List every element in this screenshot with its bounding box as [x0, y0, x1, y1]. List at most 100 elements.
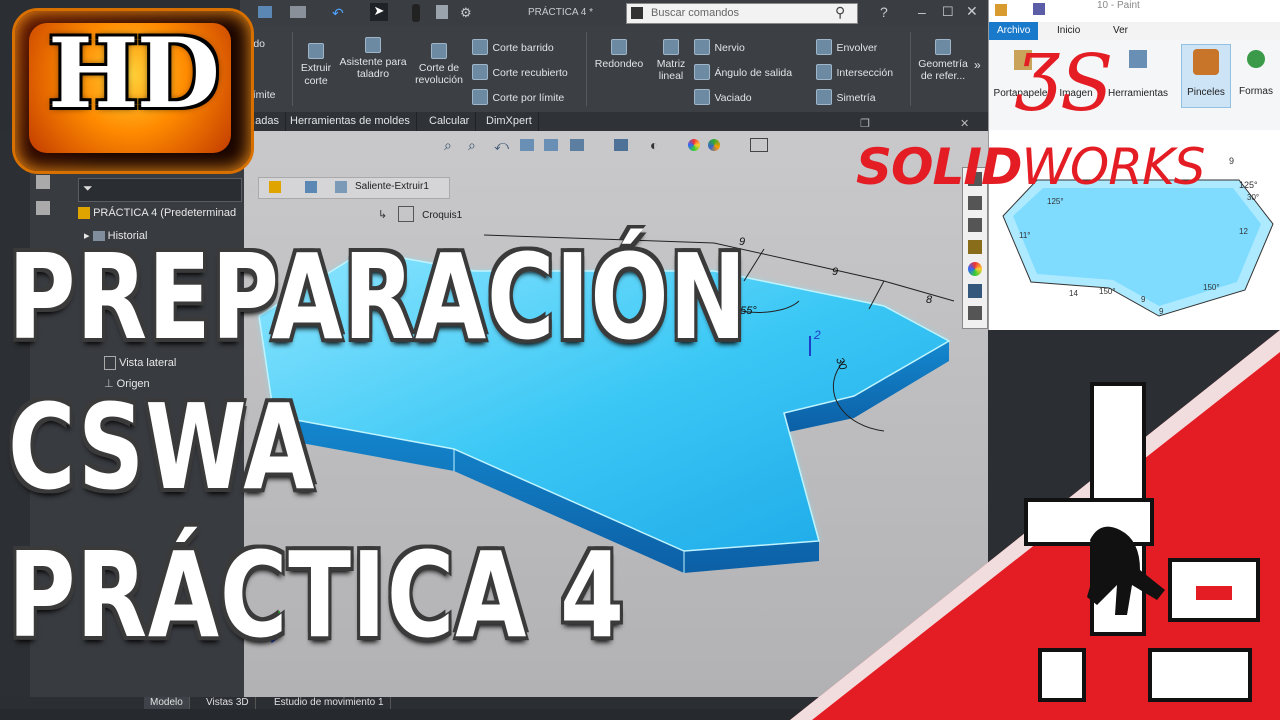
- logo-lower-left: [1038, 648, 1086, 702]
- print-icon[interactable]: [290, 6, 306, 18]
- clipboard-label: Portapapeles: [993, 88, 1053, 99]
- reference-geometry-button[interactable]: Geometría de refer...: [914, 38, 972, 82]
- select-arrow-icon[interactable]: ➤: [370, 3, 388, 21]
- title-line-2: CSWA: [8, 378, 316, 516]
- property-manager-icon[interactable]: [36, 201, 50, 215]
- cut-boundary-icon: [472, 88, 488, 105]
- viewport-restore-icon[interactable]: ❐: [860, 117, 870, 130]
- search-commands-box[interactable]: Buscar comandos ⚲: [626, 3, 858, 24]
- mirror-button[interactable]: Simetría: [816, 88, 876, 106]
- brush-icon: [1193, 49, 1219, 75]
- drawing-dim: 150°: [1099, 287, 1116, 296]
- reference-geometry-icon: [935, 38, 951, 55]
- rib-button[interactable]: Nervio: [694, 38, 745, 56]
- solidworks-titlebar: ↶ ➤ ⚙ PRÁCTICA 4 * Buscar comandos ⚲ ? –…: [240, 0, 988, 26]
- tools-button[interactable]: Herramientas: [1097, 50, 1179, 99]
- cut-sweep-button[interactable]: Corte barrido: [472, 38, 554, 56]
- rib-icon: [694, 38, 710, 55]
- draft-label: Ángulo de salida: [714, 67, 793, 79]
- hole-wizard-button[interactable]: Asistente para taladro: [338, 36, 408, 80]
- extrude-cut-icon: [308, 42, 324, 59]
- reference-geometry-label: Geometría de refer...: [918, 58, 968, 82]
- wrap-button[interactable]: Envolver: [816, 38, 877, 56]
- logo-e: [1168, 558, 1260, 622]
- solidworks-logo: SOLIDWORKS: [856, 138, 1206, 196]
- shapes-label: Formas: [1239, 86, 1273, 97]
- fillet-label: Redondeo: [594, 58, 644, 70]
- cut-boundary-button[interactable]: Corte por límite: [472, 88, 564, 106]
- intersect-button[interactable]: Intersección: [816, 63, 893, 81]
- draft-button[interactable]: Ángulo de salida: [694, 63, 792, 81]
- cut-loft-button[interactable]: Corte recubierto: [472, 63, 568, 81]
- command-manager-tabs: ...adas Herramientas de moldes Calcular …: [240, 112, 988, 131]
- drawing-dim: 125°: [1047, 197, 1064, 206]
- clipboard-button[interactable]: Portapapeles: [993, 50, 1053, 99]
- linear-pattern-icon: [663, 38, 679, 55]
- tab-dimxpert[interactable]: DimXpert: [480, 112, 539, 131]
- title-line-1: PREPARACIÓN: [8, 228, 748, 366]
- undo-icon[interactable]: ↶: [332, 5, 344, 22]
- logo-part-works: WORKS: [1021, 138, 1205, 196]
- dimension-label: 8: [926, 294, 933, 306]
- tools-label: Herramientas: [1107, 88, 1169, 99]
- drawing-dim: 11°: [1019, 231, 1031, 240]
- logo-e-inner: [1196, 586, 1232, 600]
- drawing-dim: 9: [1141, 295, 1146, 304]
- tab-motion-study[interactable]: Estudio de movimiento 1: [268, 697, 391, 709]
- shell-button[interactable]: Vaciado: [694, 88, 752, 106]
- minimize-icon[interactable]: –: [918, 4, 926, 20]
- search-icon[interactable]: ⚲: [835, 4, 845, 21]
- clipboard-icon: [1014, 50, 1032, 70]
- shell-label: Vaciado: [714, 92, 752, 104]
- status-bar: [0, 709, 1280, 720]
- paint-titlebar: 10 - Paint: [989, 0, 1280, 22]
- search-commands-input[interactable]: Buscar comandos: [651, 7, 739, 19]
- tools-icon: [1129, 50, 1147, 68]
- filter-icon: ⏷: [83, 181, 93, 195]
- ribbon-divider: [292, 32, 293, 106]
- tab-home[interactable]: Inicio: [1057, 25, 1080, 36]
- brushes-button[interactable]: Pinceles: [1181, 44, 1231, 108]
- tab-view[interactable]: Ver: [1113, 25, 1128, 36]
- tab-evaluate[interactable]: Calcular: [423, 112, 477, 131]
- maximize-icon[interactable]: ☐: [942, 4, 954, 20]
- drawing-dim: 12: [1239, 227, 1248, 236]
- ribbon-more-icon[interactable]: »: [974, 58, 981, 72]
- options-gear-icon[interactable]: ⚙: [460, 5, 472, 21]
- revolve-cut-button[interactable]: Corte de revolución: [412, 42, 466, 86]
- close-icon[interactable]: ✕: [966, 3, 978, 20]
- linear-pattern-label: Matriz lineal: [656, 58, 686, 82]
- bottom-tabs: Modelo Vistas 3D Estudio de movimiento 1: [0, 697, 988, 709]
- intersect-label: Intersección: [836, 67, 894, 79]
- mirror-label: Simetría: [836, 92, 876, 104]
- part-icon: [78, 207, 90, 220]
- drawing-dim: 9: [1229, 156, 1234, 166]
- hd-badge-text: HD: [48, 17, 220, 130]
- feature-manager-icon[interactable]: [36, 175, 50, 189]
- tab-mold-tools[interactable]: Herramientas de moldes: [284, 112, 417, 131]
- fillet-button[interactable]: Redondeo: [592, 38, 646, 70]
- cut-sweep-label: Corte barrido: [492, 42, 554, 54]
- logo-stroke-1: [1090, 382, 1146, 636]
- paint-save-icon[interactable]: [1033, 3, 1045, 15]
- image-button[interactable]: Imagen: [1051, 88, 1101, 99]
- save-icon[interactable]: [258, 6, 272, 18]
- viewport-close-icon[interactable]: ✕: [960, 117, 969, 130]
- tree-root-part[interactable]: PRÁCTICA 4 (Predeterminad: [78, 207, 236, 220]
- file-properties-icon[interactable]: [436, 5, 448, 19]
- linear-pattern-button[interactable]: Matriz lineal: [650, 38, 692, 82]
- help-icon[interactable]: ?: [880, 4, 888, 20]
- tab-model[interactable]: Modelo: [144, 697, 190, 709]
- traffic-light-icon[interactable]: [412, 4, 420, 22]
- document-title: PRÁCTICA 4 *: [528, 7, 594, 18]
- cut-boundary-label: Corte por límite: [492, 92, 565, 104]
- tab-file[interactable]: Archivo: [989, 22, 1039, 40]
- extrude-cut-button[interactable]: Extruir corte: [298, 42, 334, 88]
- tab-3d-views[interactable]: Vistas 3D: [200, 697, 256, 709]
- shapes-button[interactable]: Formas: [1233, 50, 1279, 97]
- filter-box[interactable]: ⏷: [78, 178, 242, 202]
- crawling-baby-silhouette: [1087, 526, 1165, 615]
- logo-lower-right: [1148, 648, 1252, 702]
- drawing-dim: 125°: [1239, 180, 1258, 190]
- logo-part-solid: SOLID: [856, 138, 1022, 196]
